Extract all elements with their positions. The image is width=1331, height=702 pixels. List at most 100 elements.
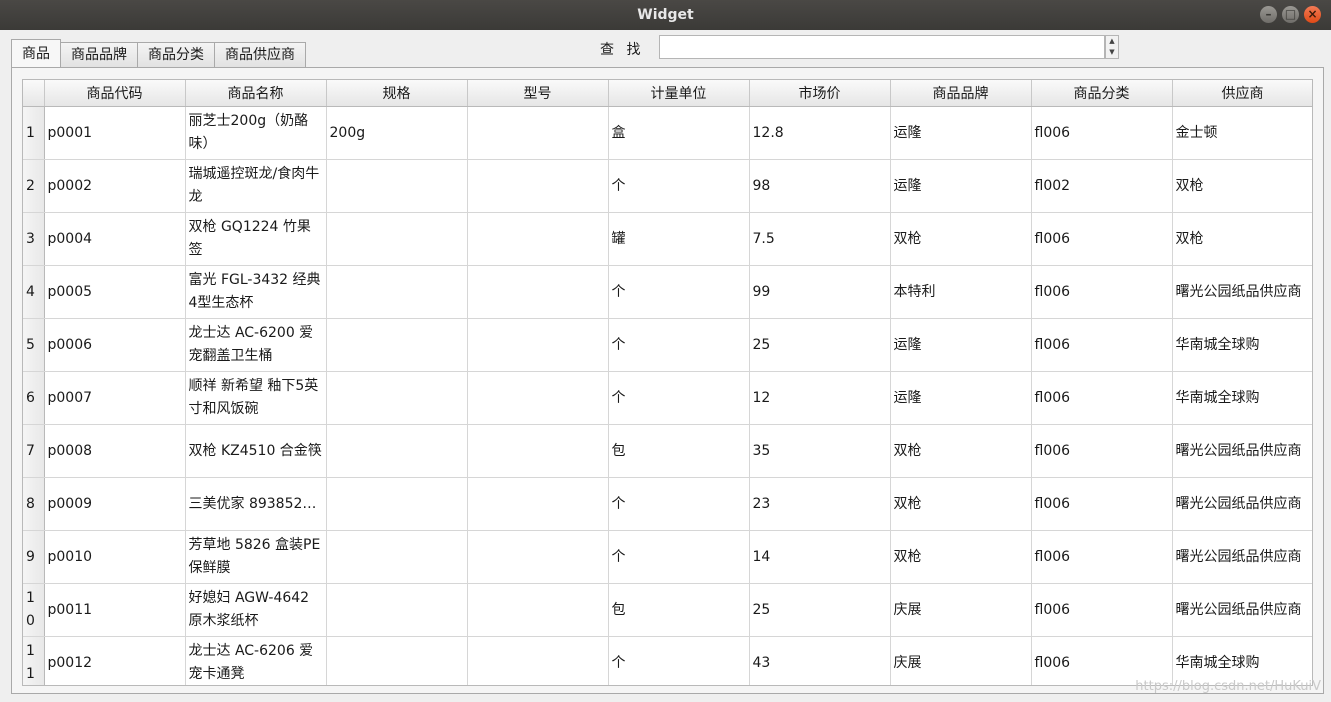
cell-spec[interactable]	[326, 636, 468, 685]
cell-supplier[interactable]: 曙光公园纸品供应商	[1172, 477, 1312, 531]
cell-name[interactable]: 丽芝士200g（奶酪味）	[185, 106, 327, 160]
cell-spec[interactable]	[326, 212, 468, 266]
cell-name[interactable]: 双枪 GQ1224 竹果签	[185, 212, 327, 266]
cell-price[interactable]: 23	[749, 477, 891, 531]
cell-spec[interactable]	[326, 371, 468, 425]
cell-spec[interactable]	[326, 424, 468, 478]
cell-name[interactable]: 瑞城遥控斑龙/食肉牛龙	[185, 159, 327, 213]
cell-unit[interactable]: 个	[608, 371, 750, 425]
cell-price[interactable]: 7.5	[749, 212, 891, 266]
cell-unit[interactable]: 个	[608, 530, 750, 584]
cell-model[interactable]	[467, 636, 609, 685]
cell-category[interactable]: fl006	[1031, 265, 1173, 319]
cell-code[interactable]: p0010	[44, 530, 186, 584]
cell-name[interactable]: 龙士达 AC-6206 爱宠卡通凳	[185, 636, 327, 685]
table-row[interactable]: 8 p0009 三美优家 893852… 个 23 双枪 fl006 曙光公园纸品供应商	[23, 477, 1312, 531]
cell-supplier[interactable]: 华南城全球购	[1172, 318, 1312, 372]
cell-model[interactable]	[467, 265, 609, 319]
cell-spec[interactable]	[326, 265, 468, 319]
cell-brand[interactable]: 庆展	[890, 636, 1032, 685]
row-number[interactable]: 11	[23, 636, 45, 685]
cell-brand[interactable]: 运隆	[890, 159, 1032, 213]
header-category[interactable]: 商品分类	[1031, 80, 1173, 107]
cell-name[interactable]: 富光 FGL-3432 经典4型生态杯	[185, 265, 327, 319]
row-number[interactable]: 8	[23, 477, 45, 531]
row-number[interactable]: 4	[23, 265, 45, 319]
cell-category[interactable]: fl006	[1031, 106, 1173, 160]
cell-code[interactable]: p0007	[44, 371, 186, 425]
cell-brand[interactable]: 运隆	[890, 371, 1032, 425]
corner-header[interactable]	[23, 80, 45, 107]
cell-name[interactable]: 芳草地 5826 盒装PE保鲜膜	[185, 530, 327, 584]
cell-unit[interactable]: 个	[608, 477, 750, 531]
row-number[interactable]: 6	[23, 371, 45, 425]
cell-spec[interactable]	[326, 318, 468, 372]
cell-name[interactable]: 龙士达 AC-6200 爱宠翻盖卫生桶	[185, 318, 327, 372]
cell-model[interactable]	[467, 477, 609, 531]
cell-model[interactable]	[467, 212, 609, 266]
maximize-icon[interactable]: □	[1282, 6, 1299, 23]
cell-code[interactable]: p0005	[44, 265, 186, 319]
cell-unit[interactable]: 个	[608, 159, 750, 213]
cell-supplier[interactable]: 曙光公园纸品供应商	[1172, 583, 1312, 637]
cell-model[interactable]	[467, 530, 609, 584]
cell-name[interactable]: 双枪 KZ4510 合金筷	[185, 424, 327, 478]
cell-category[interactable]: fl002	[1031, 159, 1173, 213]
cell-brand[interactable]: 双枪	[890, 212, 1032, 266]
header-brand[interactable]: 商品品牌	[890, 80, 1032, 107]
cell-brand[interactable]: 双枪	[890, 477, 1032, 531]
tab-brands[interactable]: 商品品牌	[60, 42, 138, 67]
header-model[interactable]: 型号	[467, 80, 609, 107]
table-row[interactable]: 6 p0007 顺祥 新希望 釉下5英寸和风饭碗 个 12 运隆 fl006 华南城全球购	[23, 371, 1312, 425]
cell-brand[interactable]: 运隆	[890, 106, 1032, 160]
search-input[interactable]	[659, 35, 1105, 59]
cell-price[interactable]: 35	[749, 424, 891, 478]
cell-name[interactable]: 三美优家 893852…	[185, 477, 327, 531]
cell-spec[interactable]	[326, 477, 468, 531]
header-code[interactable]: 商品代码	[44, 80, 186, 107]
cell-model[interactable]	[467, 371, 609, 425]
row-number[interactable]: 1	[23, 106, 45, 160]
row-number[interactable]: 10	[23, 583, 45, 637]
cell-brand[interactable]: 庆展	[890, 583, 1032, 637]
header-supplier[interactable]: 供应商	[1172, 80, 1312, 107]
cell-name[interactable]: 顺祥 新希望 釉下5英寸和风饭碗	[185, 371, 327, 425]
cell-code[interactable]: p0002	[44, 159, 186, 213]
cell-price[interactable]: 12	[749, 371, 891, 425]
table-row[interactable]: 7 p0008 双枪 KZ4510 合金筷 包 35 双枪 fl006 曙光公园纸品供应商	[23, 424, 1312, 478]
cell-unit[interactable]: 个	[608, 636, 750, 685]
table-row[interactable]: 10 p0011 好媳妇 AGW-4642 原木浆纸杯 包 25 庆展 fl006 曙光公园纸…	[23, 583, 1312, 637]
cell-brand[interactable]: 本特利	[890, 265, 1032, 319]
cell-price[interactable]: 25	[749, 318, 891, 372]
header-unit[interactable]: 计量单位	[608, 80, 750, 107]
cell-code[interactable]: p0012	[44, 636, 186, 685]
cell-supplier[interactable]: 双枪	[1172, 212, 1312, 266]
cell-category[interactable]: fl006	[1031, 371, 1173, 425]
cell-model[interactable]	[467, 424, 609, 478]
cell-spec[interactable]	[326, 159, 468, 213]
cell-model[interactable]	[467, 318, 609, 372]
row-number[interactable]: 5	[23, 318, 45, 372]
cell-supplier[interactable]: 双枪	[1172, 159, 1312, 213]
table-row[interactable]: 4 p0005 富光 FGL-3432 经典4型生态杯 个 99 本特利 fl006 曙光公园…	[23, 265, 1312, 319]
tab-products[interactable]: 商品	[11, 39, 61, 67]
cell-price[interactable]: 43	[749, 636, 891, 685]
cell-category[interactable]: fl006	[1031, 318, 1173, 372]
cell-price[interactable]: 12.8	[749, 106, 891, 160]
cell-brand[interactable]: 运隆	[890, 318, 1032, 372]
cell-brand[interactable]: 双枪	[890, 424, 1032, 478]
row-number[interactable]: 7	[23, 424, 45, 478]
cell-unit[interactable]: 包	[608, 583, 750, 637]
cell-supplier[interactable]: 曙光公园纸品供应商	[1172, 424, 1312, 478]
cell-code[interactable]: p0001	[44, 106, 186, 160]
cell-code[interactable]: p0004	[44, 212, 186, 266]
cell-model[interactable]	[467, 106, 609, 160]
cell-unit[interactable]: 盒	[608, 106, 750, 160]
cell-code[interactable]: p0009	[44, 477, 186, 531]
header-name[interactable]: 商品名称	[185, 80, 327, 107]
cell-category[interactable]: fl006	[1031, 583, 1173, 637]
cell-spec[interactable]: 200g	[326, 106, 468, 160]
cell-supplier[interactable]: 曙光公园纸品供应商	[1172, 265, 1312, 319]
cell-price[interactable]: 14	[749, 530, 891, 584]
cell-spec[interactable]	[326, 583, 468, 637]
